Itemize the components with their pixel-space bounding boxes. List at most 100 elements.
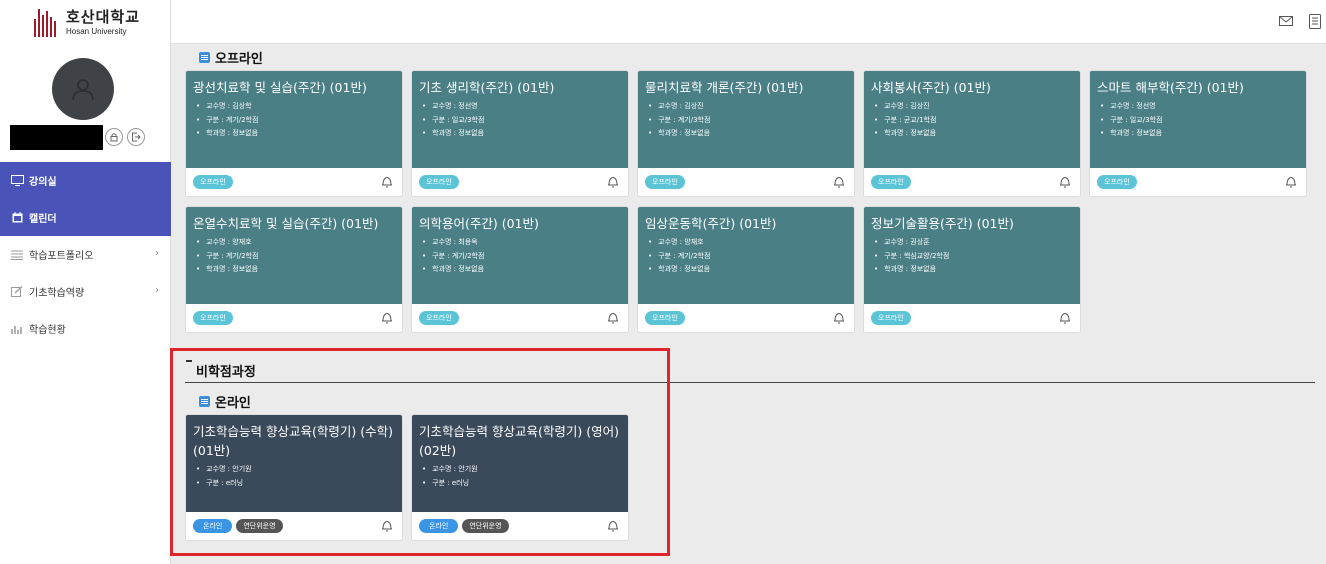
monitor-icon	[10, 175, 24, 187]
edit-icon	[10, 286, 24, 298]
course-department: 학과명 : 정보없음	[648, 127, 847, 141]
sidebar-menu: 강의실 캘린더 학습포트폴리오 › 기초학습역량 › 학습현황	[0, 162, 171, 347]
course-type: 구분 : 계기/2학점	[196, 250, 395, 264]
logo-english-text: Hosan University	[66, 28, 140, 36]
list-square-icon	[199, 52, 210, 63]
app-root: 호산대학교 Hosan University 강의실 캘린더	[0, 0, 1326, 564]
course-professor: 교수명 : 김상진	[648, 100, 847, 114]
logo-mark-icon	[34, 9, 56, 37]
course-professor: 교수명 : 김상학	[196, 100, 395, 114]
course-title: 스마트 해부학(주간) (01반)	[1097, 78, 1299, 97]
sidebar-item-learning-status[interactable]: 학습현황	[0, 310, 171, 347]
course-professor: 교수명 : 양재호	[648, 236, 847, 250]
course-type: 구분 : 계기/2학점	[648, 250, 847, 264]
course-department: 학과명 : 정보없음	[196, 127, 395, 141]
user-icon	[70, 76, 96, 102]
course-department: 학과명 : 정보없음	[648, 263, 847, 277]
top-bar	[171, 0, 1326, 44]
course-department: 학과명 : 정보없음	[874, 263, 1073, 277]
course-card[interactable]: 광선치료학 및 실습(주간) (01반) 교수명 : 김상학구분 : 계기/2학…	[185, 70, 403, 197]
lock-icon	[109, 132, 119, 142]
offline-badge: 오프라인	[1097, 175, 1137, 189]
bell-icon[interactable]	[381, 175, 393, 188]
course-professor: 교수명 : 최용옥	[422, 236, 621, 250]
offline-badge: 오프라인	[419, 311, 459, 325]
offline-section-title: 오프라인	[199, 48, 263, 67]
offline-badge: 오프라인	[871, 175, 911, 189]
course-department: 학과명 : 정보없음	[1100, 127, 1299, 141]
course-title: 기초 생리학(주간) (01반)	[419, 78, 621, 97]
course-type: 구분 : 계기/2학점	[196, 114, 395, 128]
document-icon[interactable]	[1307, 14, 1323, 28]
bell-icon[interactable]	[1059, 311, 1071, 324]
university-logo[interactable]: 호산대학교 Hosan University	[34, 9, 140, 37]
course-card[interactable]: 정보기술활용(주간) (01반) 교수명 : 권상훈구분 : 핵심교양/2학점학…	[863, 206, 1081, 333]
highlight-box	[170, 348, 670, 556]
logo-korean-text: 호산대학교	[66, 10, 140, 25]
bell-icon[interactable]	[381, 311, 393, 324]
course-department: 학과명 : 정보없음	[422, 263, 621, 277]
course-department: 학과명 : 정보없음	[874, 127, 1073, 141]
course-title: 임상운동학(주간) (01반)	[645, 214, 847, 233]
course-type: 구분 : 일교/3학점	[1100, 114, 1299, 128]
sidebar-item-calendar[interactable]: 캘린더	[0, 199, 171, 236]
course-professor: 교수명 : 정선영	[422, 100, 621, 114]
bell-icon[interactable]	[607, 175, 619, 188]
sidebar-item-classroom[interactable]: 강의실	[0, 162, 171, 199]
mail-icon[interactable]	[1278, 14, 1294, 28]
course-type: 구분 : 균교/1학점	[874, 114, 1073, 128]
lock-button[interactable]	[105, 128, 123, 146]
avatar[interactable]	[52, 58, 114, 120]
calendar-icon	[10, 212, 24, 224]
course-type: 구분 : 계기/3학점	[648, 114, 847, 128]
offline-badge: 오프라인	[645, 311, 685, 325]
sidebar-item-basic-competency[interactable]: 기초학습역량 ›	[0, 273, 171, 310]
bell-icon[interactable]	[833, 175, 845, 188]
course-card[interactable]: 의학용어(주간) (01반) 교수명 : 최용옥구분 : 계기/2학점학과명 :…	[411, 206, 629, 333]
course-card[interactable]: 온열수치료학 및 실습(주간) (01반) 교수명 : 양재호구분 : 계기/2…	[185, 206, 403, 333]
sidebar-item-label: 기초학습역량	[29, 284, 84, 299]
course-department: 학과명 : 정보없음	[422, 127, 621, 141]
course-title: 광선치료학 및 실습(주간) (01반)	[193, 78, 395, 97]
offline-badge: 오프라인	[871, 311, 911, 325]
bell-icon[interactable]	[1285, 175, 1297, 188]
offline-badge: 오프라인	[193, 175, 233, 189]
course-professor: 교수명 : 권상훈	[874, 236, 1073, 250]
course-professor: 교수명 : 양재호	[196, 236, 395, 250]
sidebar-item-label: 학습포트폴리오	[29, 247, 93, 262]
chevron-right-icon: ›	[155, 285, 159, 296]
course-card[interactable]: 물리치료학 개론(주간) (01반) 교수명 : 김상진구분 : 계기/3학점학…	[637, 70, 855, 197]
list-icon	[10, 249, 24, 261]
logout-button[interactable]	[127, 128, 145, 146]
course-title: 물리치료학 개론(주간) (01반)	[645, 78, 847, 97]
course-title: 정보기술활용(주간) (01반)	[871, 214, 1073, 233]
sidebar-item-portfolio[interactable]: 학습포트폴리오 ›	[0, 236, 171, 273]
course-professor: 교수명 : 김상진	[874, 100, 1073, 114]
course-type: 구분 : 계기/2학점	[422, 250, 621, 264]
course-card[interactable]: 사회봉사(주간) (01반) 교수명 : 김상진구분 : 균교/1학점학과명 :…	[863, 70, 1081, 197]
course-professor: 교수명 : 정선영	[1100, 100, 1299, 114]
logout-icon	[131, 132, 141, 142]
course-card[interactable]: 스마트 해부학(주간) (01반) 교수명 : 정선영구분 : 일교/3학점학과…	[1089, 70, 1307, 197]
offline-badge: 오프라인	[193, 311, 233, 325]
course-title: 온열수치료학 및 실습(주간) (01반)	[193, 214, 395, 233]
course-department: 학과명 : 정보없음	[196, 263, 395, 277]
section-title-text: 오프라인	[215, 48, 263, 67]
sidebar-item-label: 캘린더	[29, 210, 57, 225]
course-title: 사회봉사(주간) (01반)	[871, 78, 1073, 97]
sidebar: 호산대학교 Hosan University 강의실 캘린더	[0, 0, 171, 564]
sidebar-item-label: 강의실	[29, 173, 57, 188]
course-card[interactable]: 기초 생리학(주간) (01반) 교수명 : 정선영구분 : 일교/3학점학과명…	[411, 70, 629, 197]
offline-badge: 오프라인	[645, 175, 685, 189]
bell-icon[interactable]	[607, 311, 619, 324]
course-type: 구분 : 핵심교양/2학점	[874, 250, 1073, 264]
course-card[interactable]: 임상운동학(주간) (01반) 교수명 : 양재호구분 : 계기/2학점학과명 …	[637, 206, 855, 333]
bell-icon[interactable]	[833, 311, 845, 324]
bar-chart-icon	[10, 323, 24, 335]
bell-icon[interactable]	[1059, 175, 1071, 188]
username-redacted	[10, 125, 103, 150]
course-title: 의학용어(주간) (01반)	[419, 214, 621, 233]
course-type: 구분 : 일교/3학점	[422, 114, 621, 128]
sidebar-item-label: 학습현황	[29, 321, 66, 336]
offline-badge: 오프라인	[419, 175, 459, 189]
